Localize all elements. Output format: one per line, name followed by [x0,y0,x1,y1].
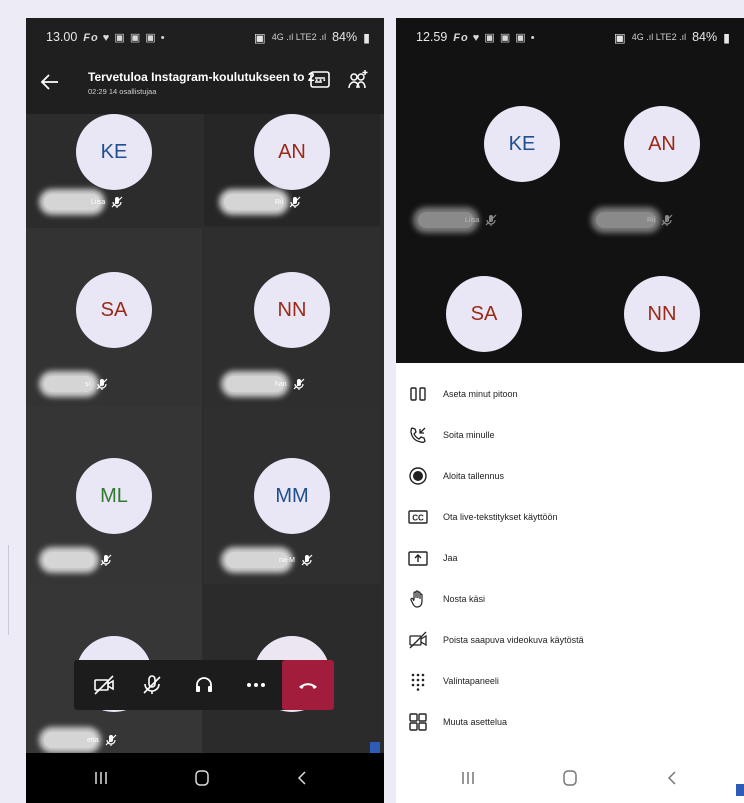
menu-item-disable-video[interactable]: Poista saapuva videokuva käytöstä [396,619,744,660]
participants-icon[interactable] [346,68,370,92]
participant-tile[interactable]: SA si [26,228,202,406]
meeting-header: Tervetuloa Instagram-koulutukseen to 2… … [26,56,384,114]
battery-level: 84% [332,30,358,44]
battery-icon: ▮ [723,30,730,45]
avatar: AN [254,114,330,190]
avatar: SA [446,276,522,352]
participant-nameplate: Liisa [44,194,124,210]
participant-tile[interactable]: ML [26,406,202,584]
raise-hand-icon [410,589,423,608]
menu-item-share[interactable]: Jaa [396,537,744,578]
mic-muted-icon [96,378,108,390]
home-icon[interactable] [192,768,212,788]
battery-icon: ▮ [363,30,370,45]
alarm-icon: ▣ [613,30,626,45]
signal-icon: 4G .ıl LTE2 .ıl [631,32,687,42]
status-right: ▣ 4G .ıl LTE2 .ıl 84% ▮ [614,30,730,45]
signal-icon: 4G .ıl LTE2 .ıl [271,32,327,42]
hang-up-button[interactable] [282,660,334,710]
mic-muted-icon [100,554,112,566]
avatar: KE [484,106,560,182]
meeting-subtitle: 02:29 14 osallistujaa [88,87,157,96]
avatar: SA [76,272,152,348]
participant-nameplate: Rii [224,194,302,210]
android-nav-bar [396,753,744,803]
participant-tile[interactable]: MM na-M [204,406,380,584]
menu-item-raise-hand[interactable]: Nosta käsi [396,578,744,619]
participant-tile[interactable]: KE Liisa [26,114,202,226]
status-right: ▣ 4G .ıl LTE2 .ıl 84% ▮ [254,30,370,45]
notification-icons: Fo ♥ ▣ ▣ ▣ • [453,31,536,44]
avatar: AN [624,106,700,182]
more-icon[interactable] [244,673,268,697]
avatar: ML [76,458,152,534]
record-icon [409,466,427,485]
menu-item-hold[interactable]: Aseta minut pitoon [396,373,744,414]
dialpad-icon [411,673,425,691]
recent-apps-icon[interactable] [91,768,111,788]
alarm-icon: ▣ [253,30,266,45]
headset-icon[interactable] [192,673,216,697]
avatar: NN [624,276,700,352]
menu-item-record[interactable]: Aloita tallennus [396,455,744,496]
status-time: 12.59 [416,30,448,44]
menu-item-layout[interactable]: Muuta asettelua [396,701,744,742]
chat-icon[interactable] [308,68,332,92]
status-time: 13.00 [46,30,78,44]
mic-muted-icon [293,378,305,390]
mic-off-icon[interactable] [140,673,164,697]
menu-item-captions[interactable]: CC Ota live-tekstitykset käyttöön [396,496,744,537]
phone-callback-icon [410,426,426,443]
avatar: MM [254,458,330,534]
phone-screen-menu: 12.59 Fo ♥ ▣ ▣ ▣ • ▣ 4G .ıl LTE2 .ıl 84%… [396,18,744,803]
dimmed-video-area: KE AN Liisa Rii SA NN [396,56,744,363]
share-icon [408,550,428,566]
closed-captions-icon: CC [408,509,428,524]
window-edge [0,545,9,635]
back-arrow-icon[interactable] [38,70,62,94]
phone-screen-meeting: 13.00 Fo ♥ ▣ ▣ ▣ • ▣ 4G .ıl LTE2 .ıl 84%… [26,18,384,803]
back-icon[interactable] [292,768,312,788]
participant-nameplate: si [44,376,109,392]
mic-muted-icon [111,196,123,208]
recent-apps-icon[interactable] [458,768,478,788]
layout-icon [409,712,427,731]
participant-nameplate [44,552,113,568]
mic-muted-icon [661,214,673,226]
mic-muted-icon [289,196,301,208]
video-off-icon [409,631,427,648]
hold-icon [410,386,426,401]
svg-text:CC: CC [412,513,424,522]
participant-nameplate: Liisa [418,212,498,228]
blurred-name [44,552,94,568]
mic-muted-icon [105,734,117,746]
menu-item-dialpad[interactable]: Valintapaneeli [396,660,744,701]
battery-level: 84% [692,30,718,44]
participant-tile[interactable]: AN Rii [204,114,380,226]
participant-nameplate: Rii [596,212,674,228]
avatar: NN [254,272,330,348]
camera-off-icon[interactable] [92,673,116,697]
android-nav-bar [26,753,384,803]
mic-muted-icon [301,554,313,566]
participant-nameplate: han [226,376,306,392]
status-bar: 12.59 Fo ♥ ▣ ▣ ▣ • ▣ 4G .ıl LTE2 .ıl 84%… [396,18,744,56]
menu-item-call-me[interactable]: Soita minulle [396,414,744,455]
participant-nameplate: etta [44,732,118,748]
status-bar: 13.00 Fo ♥ ▣ ▣ ▣ • ▣ 4G .ıl LTE2 .ıl 84%… [26,18,384,56]
info-badge [736,784,744,796]
back-icon[interactable] [662,768,682,788]
hang-up-icon [299,683,317,689]
home-icon[interactable] [560,768,580,788]
mic-muted-icon [485,214,497,226]
notification-icons: Fo ♥ ▣ ▣ ▣ • [83,31,166,44]
meeting-title: Tervetuloa Instagram-koulutukseen to 2… [88,70,327,84]
call-toolbar [74,660,334,710]
avatar: KE [76,114,152,190]
participant-nameplate: na-M [226,552,314,568]
participant-tile[interactable]: NN han [204,228,380,406]
